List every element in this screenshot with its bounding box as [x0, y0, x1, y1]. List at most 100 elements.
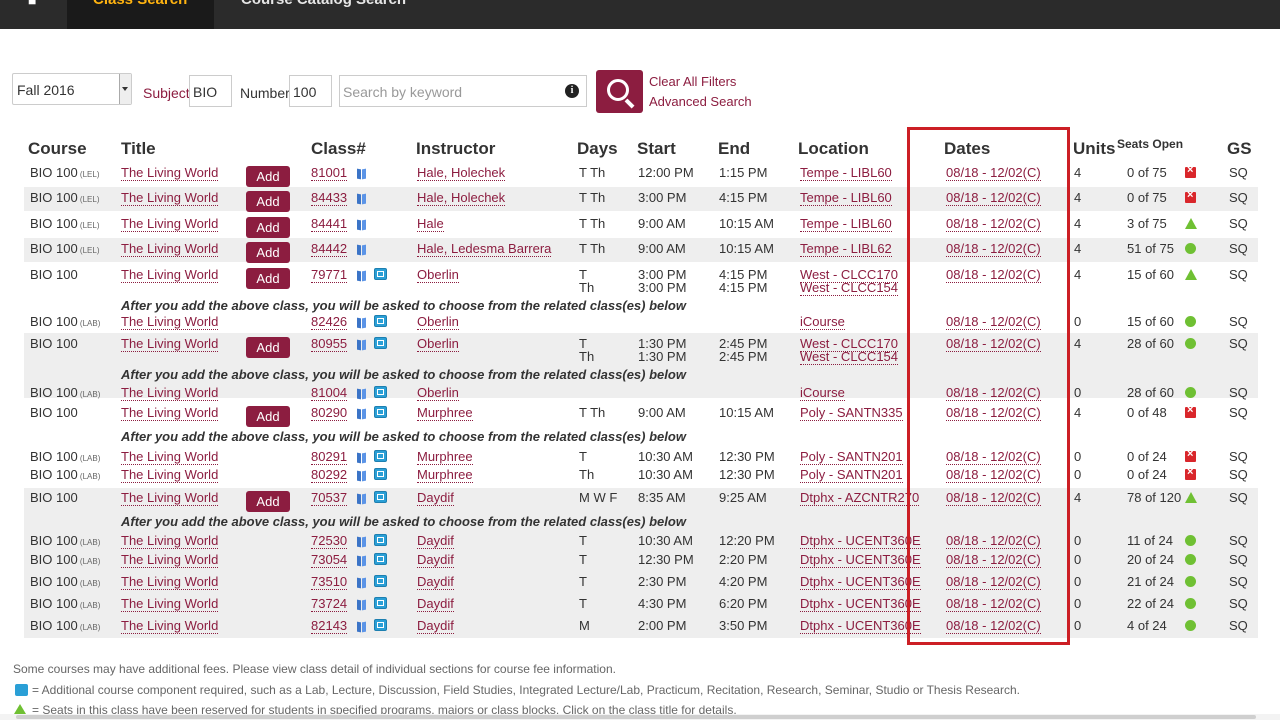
location-link[interactable]: Tempe - LIBL60 [800, 190, 892, 206]
textbook-icon[interactable] [357, 317, 367, 328]
col-header-course[interactable]: Course [28, 139, 87, 159]
class-title-link[interactable]: The Living World [121, 490, 219, 506]
textbook-icon[interactable] [357, 555, 367, 566]
location-link[interactable]: Dtphx - UCENT360E [800, 552, 921, 568]
class-title-link[interactable]: The Living World [121, 314, 219, 330]
textbook-icon[interactable] [357, 270, 367, 281]
add-class-button[interactable]: Add [246, 166, 290, 187]
seats-open-icon[interactable] [1185, 598, 1196, 609]
instructor-link[interactable]: Daydif [417, 552, 454, 568]
textbook-icon[interactable] [357, 470, 367, 481]
clear-all-filters-link[interactable]: Clear All Filters [649, 74, 736, 89]
location-link[interactable]: Dtphx - AZCNTR270 [800, 490, 920, 506]
location-link[interactable]: Poly - SANTN335 [800, 405, 903, 421]
col-header-class[interactable]: Class# [311, 139, 366, 159]
subject-input[interactable]: BIO [189, 75, 232, 107]
add-class-button[interactable]: Add [246, 491, 290, 512]
add-class-button[interactable]: Add [246, 242, 290, 263]
col-header-location[interactable]: Location [798, 139, 869, 159]
col-header-units[interactable]: Units [1073, 139, 1116, 159]
class-full-icon[interactable] [1185, 404, 1196, 418]
class-number-link[interactable]: 80292 [311, 467, 348, 483]
tab-class-search[interactable]: Class Search [67, 0, 214, 29]
class-title-link[interactable]: The Living World [121, 618, 219, 634]
instructor-link[interactable]: Oberlin [417, 385, 459, 401]
add-class-button[interactable]: Add [246, 217, 290, 238]
class-title-link[interactable]: The Living World [121, 552, 219, 568]
class-title-link[interactable]: The Living World [121, 336, 219, 352]
add-class-button[interactable]: Add [246, 268, 290, 289]
col-header-seats-open[interactable]: Seats Open [1117, 137, 1183, 151]
class-full-icon[interactable] [1185, 466, 1196, 480]
class-number-link[interactable]: 82143 [311, 618, 348, 634]
info-icon[interactable]: i [565, 84, 579, 98]
class-number-link[interactable]: 80291 [311, 449, 348, 465]
class-number-link[interactable]: 81001 [311, 165, 348, 181]
location-link[interactable]: Dtphx - UCENT360E [800, 618, 921, 634]
seats-open-icon[interactable] [1185, 243, 1196, 254]
textbook-icon[interactable] [357, 388, 367, 399]
col-header-days[interactable]: Days [577, 139, 618, 159]
instructor-link[interactable]: Oberlin [417, 314, 459, 330]
add-class-button[interactable]: Add [246, 406, 290, 427]
location-link[interactable]: iCourse [800, 314, 845, 330]
class-title-link[interactable]: The Living World [121, 267, 219, 283]
instructor-link[interactable]: Hale, Ledesma Barrera [417, 241, 552, 257]
instructor-link[interactable]: Oberlin [417, 336, 459, 352]
class-number-link[interactable]: 70537 [311, 490, 348, 506]
class-number-link[interactable]: 73054 [311, 552, 348, 568]
textbook-icon[interactable] [357, 452, 367, 463]
term-select[interactable]: Fall 2016 [12, 73, 132, 105]
class-title-link[interactable]: The Living World [121, 596, 219, 612]
col-header-instructor[interactable]: Instructor [416, 139, 495, 159]
class-title-link[interactable]: The Living World [121, 467, 219, 483]
class-full-icon[interactable] [1185, 448, 1196, 462]
class-number-link[interactable]: 79771 [311, 267, 348, 283]
class-number-link[interactable]: 82426 [311, 314, 348, 330]
home-icon[interactable]: ■ [28, 0, 36, 8]
class-title-link[interactable]: The Living World [121, 385, 219, 401]
location-link-2[interactable]: West - CLCC154 [800, 280, 899, 296]
textbook-icon[interactable] [357, 193, 367, 204]
seats-open-icon[interactable] [1185, 316, 1196, 327]
textbook-icon[interactable] [357, 577, 367, 588]
class-full-icon[interactable] [1185, 164, 1196, 178]
location-link[interactable]: Poly - SANTN201 [800, 449, 903, 465]
instructor-link[interactable]: Daydif [417, 596, 454, 612]
instructor-link[interactable]: Murphree [417, 467, 473, 483]
instructor-link[interactable]: Daydif [417, 533, 454, 549]
textbook-icon[interactable] [357, 493, 367, 504]
seats-open-icon[interactable] [1185, 576, 1196, 587]
tab-course-catalog-search[interactable]: Course Catalog Search [241, 0, 406, 8]
instructor-link[interactable]: Hale [417, 216, 444, 232]
instructor-link[interactable]: Hale, Holechek [417, 165, 506, 181]
class-title-link[interactable]: The Living World [121, 241, 219, 257]
instructor-link[interactable]: Hale, Holechek [417, 190, 506, 206]
seats-open-icon[interactable] [1185, 387, 1196, 398]
textbook-icon[interactable] [357, 219, 367, 230]
location-link[interactable]: Dtphx - UCENT360E [800, 574, 921, 590]
location-link-2[interactable]: West - CLCC154 [800, 349, 899, 365]
search-button[interactable] [596, 70, 643, 113]
class-title-link[interactable]: The Living World [121, 405, 219, 421]
textbook-icon[interactable] [357, 536, 367, 547]
class-title-link[interactable]: The Living World [121, 574, 219, 590]
location-link[interactable]: Poly - SANTN201 [800, 467, 903, 483]
instructor-link[interactable]: Murphree [417, 449, 473, 465]
seats-open-icon[interactable] [1185, 535, 1196, 546]
class-number-link[interactable]: 84433 [311, 190, 348, 206]
scrollbar-thumb[interactable] [16, 715, 1256, 719]
location-link[interactable]: iCourse [800, 385, 845, 401]
reserved-seats-icon[interactable] [1185, 269, 1197, 280]
textbook-icon[interactable] [357, 408, 367, 419]
seats-open-icon[interactable] [1185, 338, 1196, 349]
class-number-link[interactable]: 84441 [311, 216, 348, 232]
number-input[interactable]: 100 [289, 75, 332, 107]
class-number-link[interactable]: 73724 [311, 596, 348, 612]
add-class-button[interactable]: Add [246, 191, 290, 212]
class-title-link[interactable]: The Living World [121, 533, 219, 549]
class-full-icon[interactable] [1185, 189, 1196, 203]
col-header-title[interactable]: Title [121, 139, 156, 159]
reserved-seats-icon[interactable] [1185, 218, 1197, 229]
class-number-link[interactable]: 72530 [311, 533, 348, 549]
